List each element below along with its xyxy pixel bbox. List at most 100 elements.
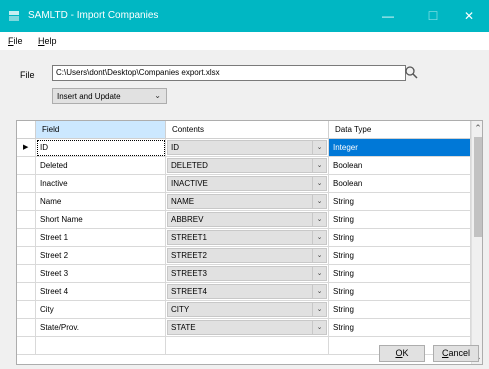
contents-dropdown[interactable]: NAME ⌄ <box>167 194 327 209</box>
chevron-down-icon[interactable]: ⌄ <box>312 249 326 262</box>
contents-dropdown[interactable]: STREET2 ⌄ <box>167 248 327 263</box>
chevron-down-icon[interactable]: ⌄ <box>312 303 326 316</box>
row-header[interactable] <box>17 157 36 175</box>
contents-cell[interactable] <box>166 337 329 355</box>
field-cell[interactable] <box>36 337 166 355</box>
table-row[interactable]: ▶ ID ID ⌄ Integer <box>17 139 471 157</box>
contents-dropdown[interactable]: INACTIVE ⌄ <box>167 176 327 191</box>
data-type-cell[interactable]: String <box>329 283 471 301</box>
data-type-cell[interactable]: String <box>329 247 471 265</box>
field-cell[interactable]: Street 1 <box>36 229 166 247</box>
row-header[interactable] <box>17 319 36 337</box>
table-row[interactable]: Name NAME ⌄ String <box>17 193 471 211</box>
row-header[interactable] <box>17 193 36 211</box>
column-header-field[interactable]: Field <box>36 121 166 139</box>
browse-search-icon[interactable] <box>404 64 420 81</box>
chevron-down-icon[interactable]: ⌄ <box>312 177 326 190</box>
row-header[interactable] <box>17 211 36 229</box>
data-type-cell[interactable]: String <box>329 211 471 229</box>
row-header[interactable] <box>17 265 36 283</box>
field-cell[interactable]: State/Prov. <box>36 319 166 337</box>
scroll-thumb[interactable] <box>474 137 482 237</box>
contents-cell[interactable]: INACTIVE ⌄ <box>166 175 329 193</box>
menu-help[interactable]: Help <box>38 36 57 46</box>
data-type-cell[interactable]: String <box>329 265 471 283</box>
table-row[interactable]: Inactive INACTIVE ⌄ Boolean <box>17 175 471 193</box>
row-header[interactable] <box>17 301 36 319</box>
data-type-cell[interactable]: String <box>329 229 471 247</box>
table-row[interactable]: State/Prov. STATE ⌄ String <box>17 319 471 337</box>
data-type-cell[interactable]: String <box>329 301 471 319</box>
contents-dropdown[interactable]: STREET3 ⌄ <box>167 266 327 281</box>
contents-dropdown[interactable]: CITY ⌄ <box>167 302 327 317</box>
contents-value: STREET4 <box>171 287 208 296</box>
field-cell[interactable]: Inactive <box>36 175 166 193</box>
row-header[interactable] <box>17 337 36 355</box>
field-cell[interactable]: Deleted <box>36 157 166 175</box>
scroll-up-icon[interactable]: ⌃ <box>472 121 482 135</box>
contents-cell[interactable]: STREET1 ⌄ <box>166 229 329 247</box>
contents-cell[interactable]: ID ⌄ <box>166 139 329 157</box>
row-header[interactable] <box>17 175 36 193</box>
menu-file[interactable]: File <box>8 36 23 46</box>
chevron-down-icon[interactable]: ⌄ <box>312 267 326 280</box>
contents-cell[interactable]: STREET2 ⌄ <box>166 247 329 265</box>
grid-vertical-scrollbar[interactable]: ⌃ ⌄ <box>471 121 482 364</box>
row-header[interactable]: ▶ <box>17 139 36 157</box>
chevron-down-icon[interactable]: ⌄ <box>312 285 326 298</box>
field-cell[interactable]: Name <box>36 193 166 211</box>
data-type-cell[interactable]: Boolean <box>329 157 471 175</box>
field-cell[interactable]: Short Name <box>36 211 166 229</box>
file-path-input[interactable]: C:\Users\dont\Desktop\Companies export.x… <box>52 65 406 81</box>
contents-dropdown[interactable]: STATE ⌄ <box>167 320 327 335</box>
table-row[interactable]: Street 1 STREET1 ⌄ String <box>17 229 471 247</box>
contents-value: INACTIVE <box>171 179 208 188</box>
table-row[interactable]: Street 4 STREET4 ⌄ String <box>17 283 471 301</box>
row-header[interactable] <box>17 247 36 265</box>
chevron-down-icon[interactable]: ⌄ <box>312 195 326 208</box>
contents-dropdown[interactable]: STREET4 ⌄ <box>167 284 327 299</box>
row-header[interactable] <box>17 283 36 301</box>
contents-dropdown[interactable]: DELETED ⌄ <box>167 158 327 173</box>
chevron-down-icon[interactable]: ⌄ <box>312 213 326 226</box>
contents-value: CITY <box>171 305 190 314</box>
table-row[interactable]: Street 2 STREET2 ⌄ String <box>17 247 471 265</box>
contents-cell[interactable]: STREET3 ⌄ <box>166 265 329 283</box>
field-cell[interactable]: Street 4 <box>36 283 166 301</box>
column-header-contents[interactable]: Contents <box>166 121 329 139</box>
cancel-button[interactable]: Cancel <box>433 345 479 362</box>
chevron-down-icon[interactable]: ⌄ <box>312 141 326 154</box>
table-row[interactable]: Short Name ABBREV ⌄ String <box>17 211 471 229</box>
contents-cell[interactable]: ABBREV ⌄ <box>166 211 329 229</box>
contents-cell[interactable]: CITY ⌄ <box>166 301 329 319</box>
contents-value: STREET1 <box>171 233 208 242</box>
ok-button[interactable]: OK <box>379 345 425 362</box>
data-type-cell[interactable]: String <box>329 193 471 211</box>
row-header[interactable] <box>17 229 36 247</box>
table-row[interactable]: Street 3 STREET3 ⌄ String <box>17 265 471 283</box>
close-button[interactable]: ✕ <box>449 0 489 32</box>
import-mode-select[interactable]: Insert and Update ⌄ <box>52 88 167 104</box>
field-cell[interactable]: Street 3 <box>36 265 166 283</box>
minimize-button[interactable]: — <box>368 0 408 32</box>
field-cell[interactable]: Street 2 <box>36 247 166 265</box>
contents-dropdown[interactable]: STREET1 ⌄ <box>167 230 327 245</box>
contents-cell[interactable]: DELETED ⌄ <box>166 157 329 175</box>
table-row[interactable]: Deleted DELETED ⌄ Boolean <box>17 157 471 175</box>
column-header-data-type[interactable]: Data Type <box>329 121 471 139</box>
contents-cell[interactable]: STATE ⌄ <box>166 319 329 337</box>
chevron-down-icon[interactable]: ⌄ <box>312 231 326 244</box>
chevron-down-icon[interactable]: ⌄ <box>312 321 326 334</box>
field-cell[interactable]: ID <box>36 139 166 157</box>
contents-cell[interactable]: STREET4 ⌄ <box>166 283 329 301</box>
table-row[interactable]: City CITY ⌄ String <box>17 301 471 319</box>
contents-dropdown[interactable]: ID ⌄ <box>167 140 327 155</box>
field-cell[interactable]: City <box>36 301 166 319</box>
data-type-cell[interactable]: String <box>329 319 471 337</box>
data-type-cell[interactable]: Boolean <box>329 175 471 193</box>
contents-cell[interactable]: NAME ⌄ <box>166 193 329 211</box>
chevron-down-icon[interactable]: ⌄ <box>312 159 326 172</box>
data-type-cell[interactable]: Integer <box>329 139 471 157</box>
maximize-button[interactable]: ☐ <box>413 0 453 32</box>
contents-dropdown[interactable]: ABBREV ⌄ <box>167 212 327 227</box>
